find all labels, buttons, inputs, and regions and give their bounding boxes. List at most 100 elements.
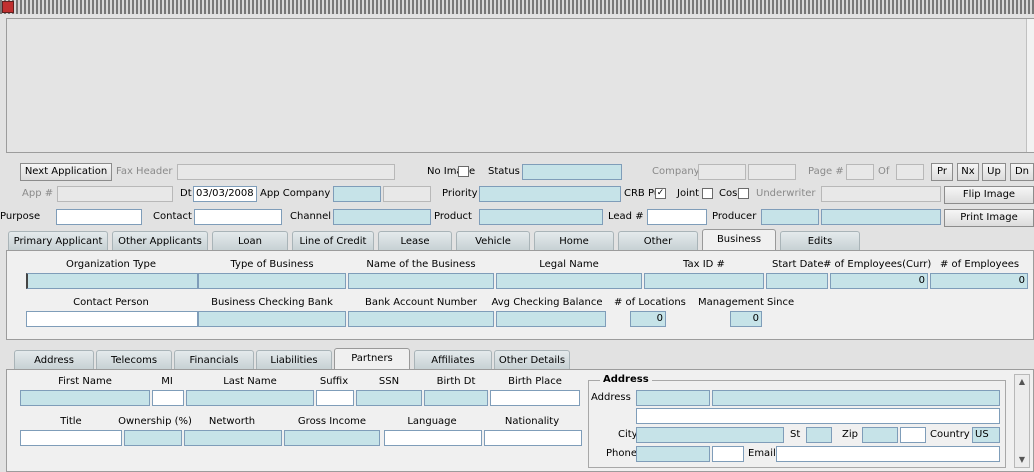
num-locations-field[interactable]: 0 — [630, 311, 666, 327]
tab-loan[interactable]: Loan — [212, 231, 288, 250]
num-employees-field[interactable]: 0 — [930, 273, 1028, 289]
channel-field[interactable] — [333, 209, 431, 225]
organization-type-header: Organization Type — [65, 259, 157, 270]
producer-field-1[interactable] — [761, 209, 819, 225]
cos-label: Cos — [719, 188, 738, 199]
fax-header-label: Fax Header — [116, 166, 173, 177]
tab-address[interactable]: Address — [14, 350, 94, 369]
contact-field[interactable] — [194, 209, 282, 225]
tab-business[interactable]: Business — [702, 229, 776, 250]
type-of-business-field[interactable] — [198, 273, 346, 289]
management-since-field[interactable]: 0 — [730, 311, 762, 327]
zip-field[interactable] — [862, 427, 898, 443]
page-num-field[interactable] — [846, 164, 874, 180]
app-num-field[interactable] — [57, 186, 173, 202]
joint-checkbox[interactable] — [702, 188, 713, 199]
flip-image-button[interactable]: Flip Image — [944, 186, 1034, 204]
num-locations-header: # of Locations — [614, 297, 686, 308]
tax-id-field[interactable] — [644, 273, 764, 289]
num-employees-curr-field[interactable]: 0 — [830, 273, 928, 289]
first-name-field[interactable] — [20, 390, 150, 406]
email-field[interactable] — [776, 446, 1000, 462]
address-field-2[interactable] — [712, 390, 1000, 406]
producer-field-2[interactable] — [821, 209, 941, 225]
tab-lease[interactable]: Lease — [378, 231, 452, 250]
tab-edits[interactable]: Edits — [780, 231, 860, 250]
scroll-down-icon[interactable]: ▼ — [1015, 453, 1029, 467]
birth-place-field[interactable] — [490, 390, 580, 406]
avg-balance-field[interactable] — [496, 311, 606, 327]
app-company-field-1[interactable] — [333, 186, 381, 202]
mi-field[interactable] — [152, 390, 184, 406]
ssn-header: SSN — [378, 376, 400, 387]
suffix-field[interactable] — [316, 390, 354, 406]
address-field-1[interactable] — [636, 390, 710, 406]
underwriter-field[interactable] — [821, 186, 941, 202]
company-field-2[interactable] — [748, 164, 796, 180]
tab-other-applicants[interactable]: Other Applicants — [112, 231, 208, 250]
phone-field[interactable] — [636, 446, 710, 462]
previous-page-button[interactable]: Pr — [931, 163, 953, 181]
page-count-field[interactable] — [896, 164, 924, 180]
address-line-2-field[interactable] — [636, 408, 1000, 424]
avg-balance-header: Avg Checking Balance — [491, 297, 603, 308]
tab-vehicle[interactable]: Vehicle — [456, 231, 530, 250]
tab-primary-applicant[interactable]: Primary Applicant — [8, 231, 108, 250]
zip-ext-field[interactable] — [900, 427, 926, 443]
tab-liabilities[interactable]: Liabilities — [256, 350, 332, 369]
product-field[interactable] — [479, 209, 603, 225]
language-field[interactable] — [384, 430, 482, 446]
fax-header-field[interactable] — [177, 164, 395, 180]
cos-checkbox[interactable] — [738, 188, 749, 199]
networth-field[interactable] — [184, 430, 282, 446]
dt-field[interactable]: 03/03/2008 — [193, 186, 257, 202]
up-button[interactable]: Up — [982, 163, 1006, 181]
title-field[interactable] — [20, 430, 122, 446]
down-button[interactable]: Dn — [1010, 163, 1034, 181]
company-field-1[interactable] — [698, 164, 746, 180]
print-image-button[interactable]: Print Image — [944, 209, 1034, 227]
scroll-up-icon[interactable]: ▲ — [1015, 375, 1029, 389]
tab-line-of-credit[interactable]: Line of Credit — [292, 231, 374, 250]
organization-type-field[interactable] — [26, 273, 198, 289]
tab-financials[interactable]: Financials — [174, 350, 254, 369]
name-of-business-field[interactable] — [348, 273, 494, 289]
tab-telecoms[interactable]: Telecoms — [96, 350, 172, 369]
tab-other-details[interactable]: Other Details — [494, 350, 570, 369]
gross-income-field[interactable] — [284, 430, 380, 446]
purpose-field[interactable] — [56, 209, 142, 225]
birth-dt-field[interactable] — [424, 390, 488, 406]
birth-dt-header: Birth Dt — [436, 376, 476, 387]
tab-affiliates[interactable]: Affiliates — [414, 350, 492, 369]
contact-person-field[interactable] — [26, 311, 198, 327]
st-label: St — [790, 429, 801, 440]
tab-other[interactable]: Other — [618, 231, 698, 250]
nationality-field[interactable] — [484, 430, 582, 446]
status-field[interactable] — [522, 164, 622, 180]
last-name-field[interactable] — [186, 390, 314, 406]
purpose-label: Purpose — [0, 211, 41, 222]
contact-person-header: Contact Person — [73, 297, 149, 308]
legal-name-field[interactable] — [496, 273, 642, 289]
city-field[interactable] — [636, 427, 784, 443]
checking-bank-field[interactable] — [198, 311, 346, 327]
gross-income-header: Gross Income — [297, 416, 367, 427]
bank-account-field[interactable] — [348, 311, 494, 327]
phone-label: Phone — [606, 448, 637, 459]
no-image-checkbox[interactable] — [458, 166, 469, 177]
tab-partners[interactable]: Partners — [334, 348, 410, 369]
priority-field[interactable] — [479, 186, 621, 202]
crb-pull-checkbox[interactable]: ✓ — [655, 188, 666, 199]
app-company-field-2[interactable] — [383, 186, 431, 202]
start-date-field[interactable] — [766, 273, 828, 289]
ownership-field[interactable] — [124, 430, 182, 446]
phone-ext-field[interactable] — [712, 446, 744, 462]
lead-num-field[interactable] — [647, 209, 707, 225]
next-page-button[interactable]: Nx — [957, 163, 979, 181]
next-application-button[interactable]: Next Application — [20, 163, 112, 181]
st-field[interactable] — [806, 427, 832, 443]
ssn-field[interactable] — [356, 390, 422, 406]
viewer-scrollbar[interactable] — [1026, 19, 1034, 152]
tab-home[interactable]: Home — [534, 231, 614, 250]
country-field[interactable]: US — [972, 427, 1000, 443]
